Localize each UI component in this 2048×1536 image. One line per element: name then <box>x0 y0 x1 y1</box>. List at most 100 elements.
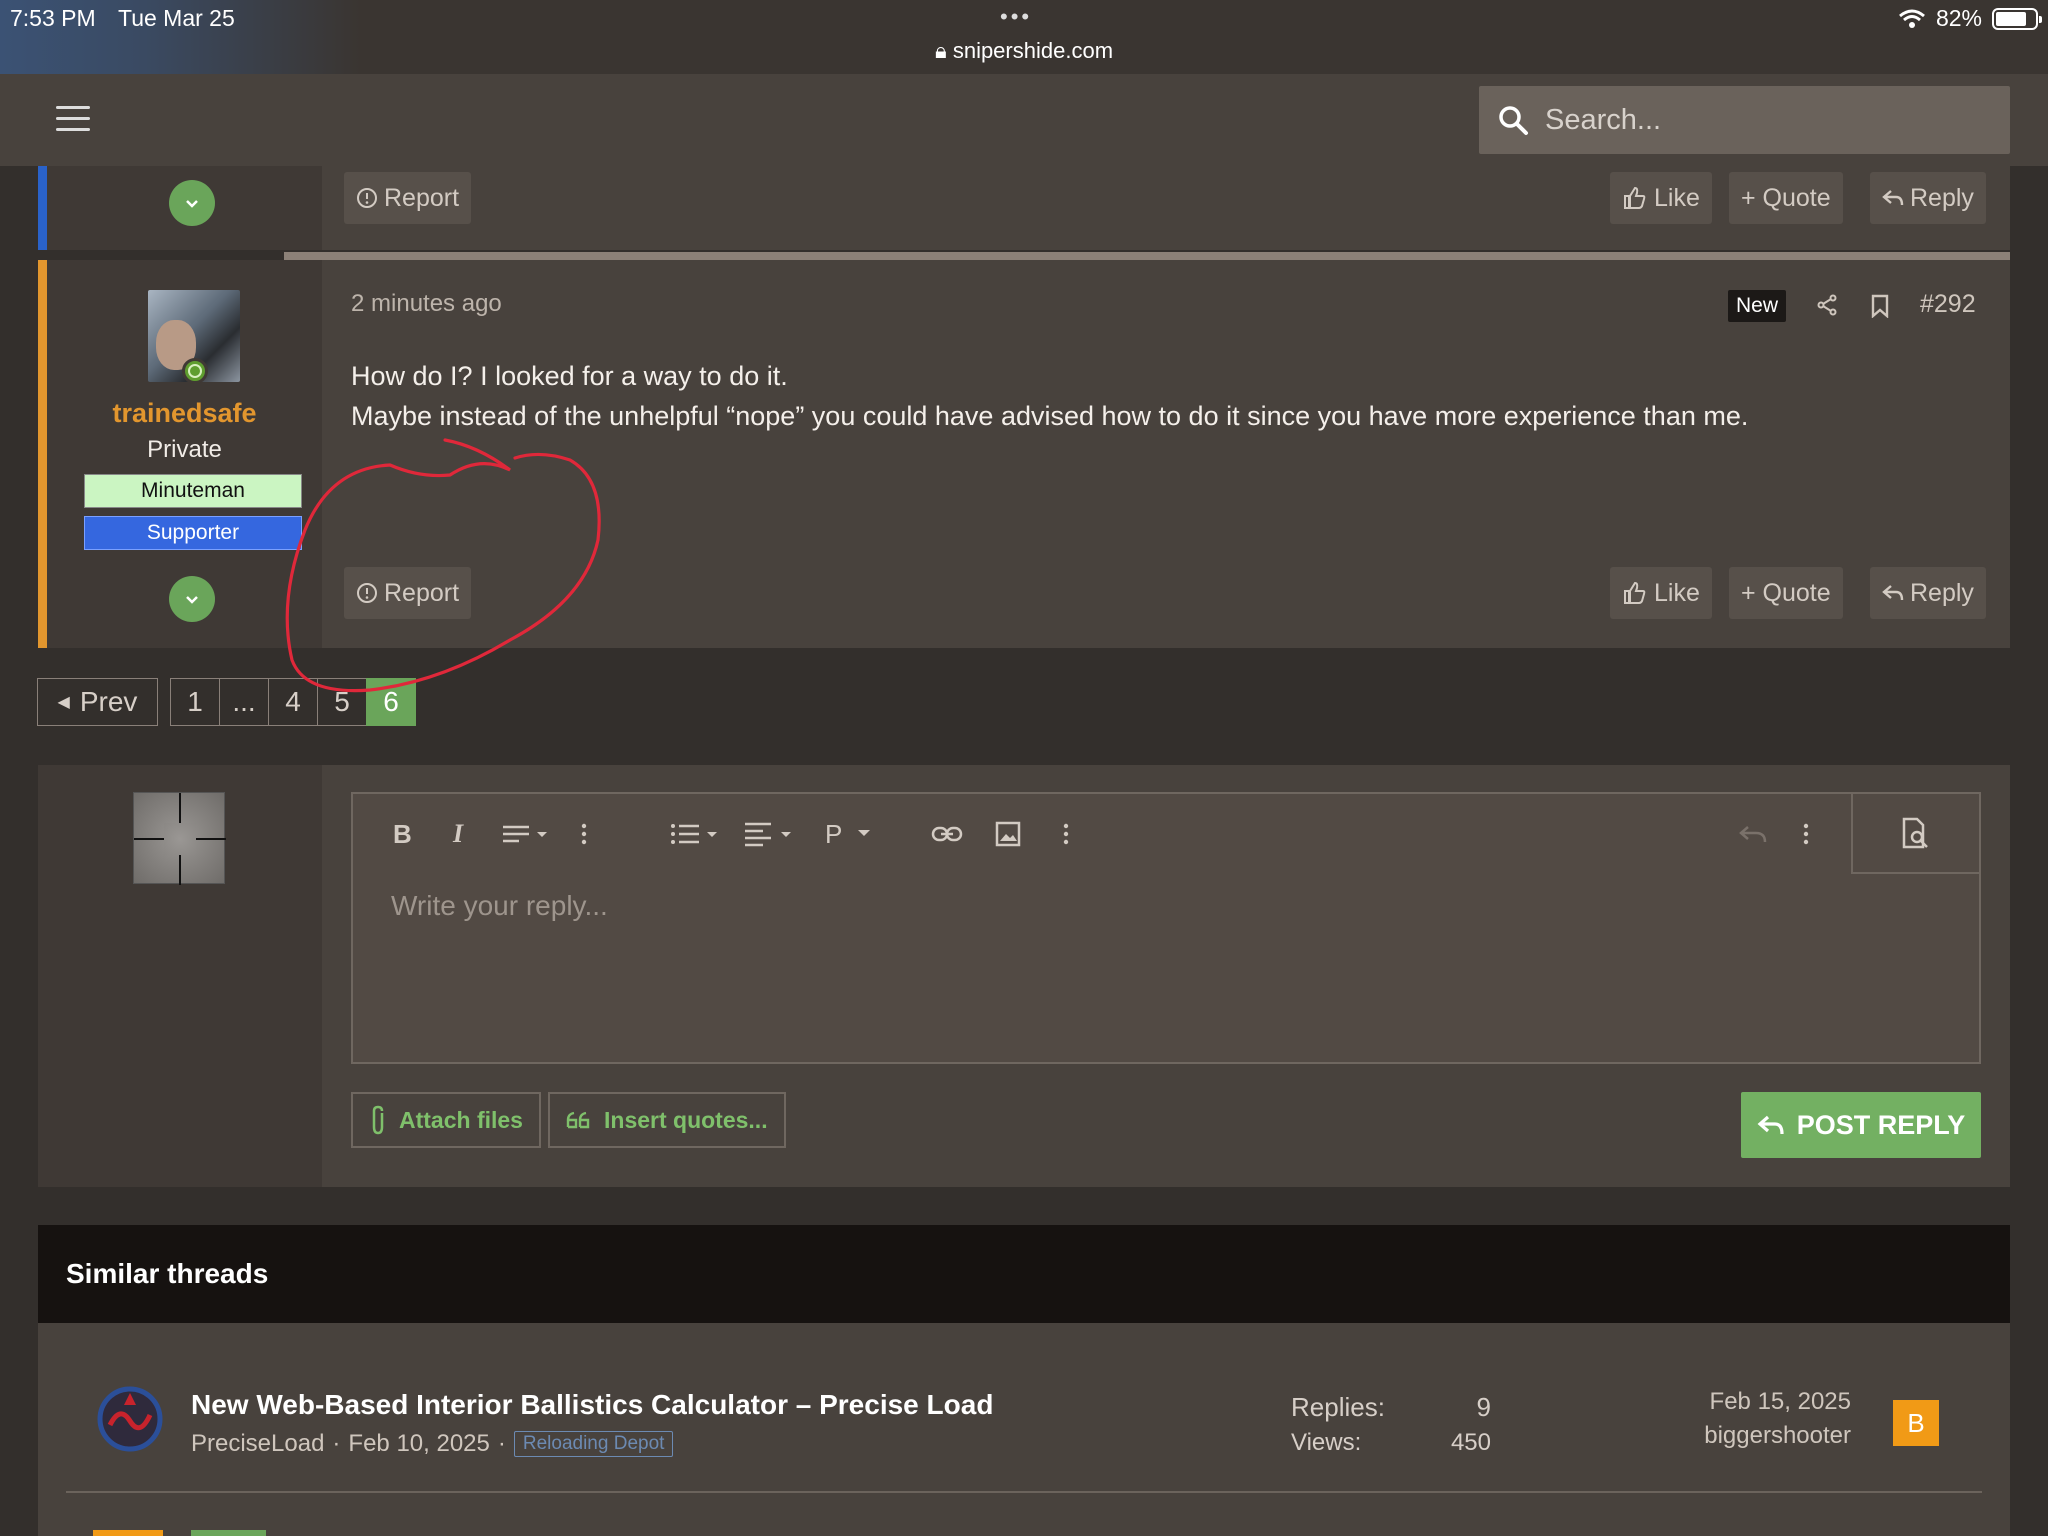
more-options-icon[interactable] <box>1063 814 1069 854</box>
views-label: Views: <box>1291 1429 1362 1456</box>
author-name[interactable]: trainedsafe <box>47 398 322 429</box>
last-post-date[interactable]: Feb 15, 2025 <box>1638 1385 1851 1419</box>
status-bar: 7:53 PM Tue Mar 25 ••• 🔒︎ snipershide.co… <box>0 0 2048 74</box>
post-body: How do I? I looked for a way to do it. M… <box>351 356 1748 436</box>
alert-circle-icon <box>357 583 377 603</box>
link-icon[interactable] <box>931 814 963 854</box>
quote-button[interactable]: + Quote <box>1729 172 1843 224</box>
address-bar[interactable]: 🔒︎ snipershide.com <box>0 38 2048 64</box>
attach-files-button[interactable]: Attach files <box>351 1092 541 1148</box>
page-ellipsis[interactable]: ... <box>219 678 269 726</box>
post-author-panel: trainedsafe Private Minuteman Supporter <box>47 260 322 648</box>
battery-icon <box>1992 7 2042 30</box>
thread-author[interactable]: PreciseLoad <box>191 1430 324 1458</box>
image-icon[interactable] <box>995 814 1021 854</box>
paragraph-label: P <box>825 818 843 849</box>
menu-icon[interactable] <box>56 106 90 134</box>
search-input[interactable] <box>1545 103 1985 137</box>
attach-files-label: Attach files <box>399 1106 523 1133</box>
thread-stats: Replies: 9 Views: 450 <box>1291 1389 1491 1461</box>
reply-arrow-icon <box>1882 585 1904 601</box>
list-dropdown-icon[interactable] <box>671 814 723 854</box>
thumbs-up-icon <box>1624 581 1646 604</box>
post-line: How do I? I looked for a way to do it. <box>351 361 788 391</box>
like-button[interactable]: Like <box>1610 567 1712 619</box>
bookmark-icon[interactable] <box>1870 294 1890 318</box>
meta-separator: · <box>332 1430 341 1457</box>
last-post-user[interactable]: biggershooter <box>1638 1419 1851 1453</box>
paragraph-dropdown[interactable]: P <box>825 814 871 854</box>
preview-icon[interactable] <box>1851 794 1979 874</box>
post-reply-label: POST REPLY <box>1796 1109 1966 1140</box>
reply-button[interactable]: Reply <box>1870 172 1986 224</box>
forum-tag[interactable]: Reloading Depot <box>513 1431 674 1457</box>
avatar <box>133 792 226 885</box>
new-badge: New <box>1728 290 1787 322</box>
search-icon <box>1499 106 1528 135</box>
more-options-icon[interactable] <box>581 814 587 854</box>
reply-label: Reply <box>1910 183 1974 212</box>
online-status-icon <box>182 358 208 384</box>
insert-quotes-button[interactable]: Insert quotes... <box>548 1092 786 1148</box>
quote-button[interactable]: + Quote <box>1729 567 1843 619</box>
post-number[interactable]: #292 <box>1920 290 1976 319</box>
next-row-tag-partial <box>191 1530 266 1536</box>
report-button[interactable]: Report <box>344 567 472 619</box>
reply-label: Reply <box>1910 578 1974 607</box>
expand-user-chevron-icon[interactable] <box>169 576 215 622</box>
page-5[interactable]: 5 <box>317 678 367 726</box>
share-icon[interactable] <box>1816 294 1838 316</box>
alert-circle-icon <box>357 188 377 208</box>
paperclip-icon <box>372 1105 384 1135</box>
thread-starter-avatar[interactable] <box>96 1385 164 1453</box>
text-style-dropdown-icon[interactable] <box>503 814 553 854</box>
more-options-icon[interactable] <box>1803 814 1809 854</box>
page-4[interactable]: 4 <box>268 678 318 726</box>
page-1[interactable]: 1 <box>170 678 220 726</box>
thread-title-link[interactable]: New Web-Based Interior Ballistics Calcul… <box>191 1389 993 1421</box>
multitask-dots-icon[interactable]: ••• <box>1000 4 1032 30</box>
replies-label: Replies: <box>1291 1392 1385 1422</box>
like-button[interactable]: Like <box>1610 172 1712 224</box>
thread-meta: PreciseLoad · Feb 10, 2025 · Reloading D… <box>191 1430 674 1458</box>
pagination: ◀ Prev <box>37 678 158 726</box>
post-divider <box>284 252 2010 260</box>
undo-icon[interactable] <box>1738 814 1768 854</box>
report-button[interactable]: Report <box>344 172 472 224</box>
post-time[interactable]: 2 minutes ago <box>351 290 502 318</box>
like-label: Like <box>1654 578 1700 607</box>
post-reply-button[interactable]: POST REPLY <box>1741 1092 1981 1158</box>
italic-icon[interactable]: I <box>453 814 463 854</box>
caret-down-icon <box>858 830 871 836</box>
status-time: 7:53 PM <box>10 5 96 31</box>
wifi-icon <box>1898 9 1925 28</box>
page-6-current[interactable]: 6 <box>366 678 416 726</box>
battery-percent: 82% <box>1935 5 1982 31</box>
reply-editor: B I P <box>351 792 1981 1064</box>
previous-post-footer: Report Like + Quote Reply <box>38 166 2010 250</box>
report-label: Report <box>384 578 460 607</box>
last-poster-avatar[interactable]: B <box>1893 1400 1939 1446</box>
post-line: Maybe instead of the unhelpful “nope” yo… <box>351 401 1749 431</box>
thumbs-up-icon <box>1624 186 1646 209</box>
meta-separator: · <box>497 1430 506 1457</box>
search-box[interactable] <box>1479 86 2010 154</box>
similar-threads: Similar threads New Web-Based Interior B… <box>38 1225 2010 1536</box>
quote-marks-icon <box>566 1111 590 1129</box>
align-dropdown-icon[interactable] <box>745 814 797 854</box>
next-row-avatar-partial <box>93 1530 163 1536</box>
thread-date[interactable]: Feb 10, 2025 <box>348 1430 489 1458</box>
badge-supporter: Supporter <box>84 516 302 550</box>
insert-quotes-label: Insert quotes... <box>604 1106 768 1133</box>
last-post-info: Feb 15, 2025 biggershooter <box>1638 1385 1851 1453</box>
reply-arrow-icon <box>1757 1115 1784 1135</box>
section-heading: Similar threads <box>38 1225 2010 1323</box>
expand-user-chevron-icon[interactable] <box>169 180 215 226</box>
reply-button[interactable]: Reply <box>1870 567 1986 619</box>
bold-icon[interactable]: B <box>393 814 412 854</box>
quick-reply: B I P Attach files Insert quotes... POST… <box>38 765 2010 1187</box>
reply-textarea[interactable] <box>391 890 1891 1010</box>
prev-page-button[interactable]: ◀ Prev <box>37 678 158 726</box>
address-url: snipershide.com <box>952 38 1114 63</box>
prev-label: Prev <box>79 686 138 717</box>
